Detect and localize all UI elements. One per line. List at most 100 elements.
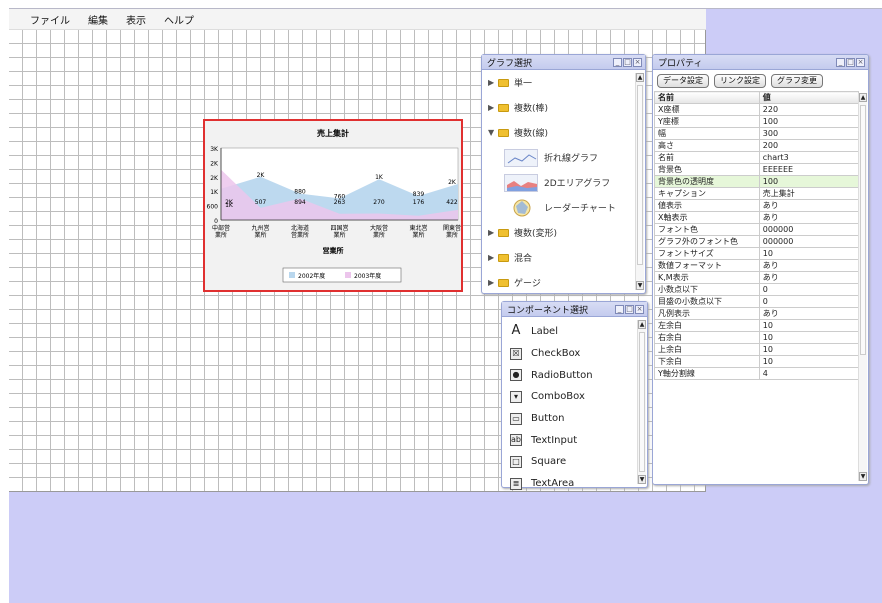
property-row[interactable]: Y軸分割線 4 xyxy=(654,367,860,380)
minimize-icon[interactable]: _ xyxy=(836,58,845,67)
scroll-up-icon[interactable]: ▲ xyxy=(638,320,646,329)
data-settings-button[interactable]: データ設定 xyxy=(657,73,709,88)
property-value[interactable]: 100 xyxy=(758,115,860,128)
property-row[interactable]: X座標 220 xyxy=(654,103,860,116)
scroll-thumb[interactable] xyxy=(860,105,866,355)
component-button[interactable]: ▭ Button xyxy=(502,408,647,430)
column-header-name[interactable]: 名前 xyxy=(654,91,760,104)
menu-help[interactable]: ヘルプ xyxy=(164,12,194,27)
menu-file[interactable]: ファイル xyxy=(30,12,70,27)
property-row[interactable]: フォントサイズ 10 xyxy=(654,247,860,260)
property-row[interactable]: K,M表示 あり xyxy=(654,271,860,284)
property-row[interactable]: 上余白 10 xyxy=(654,343,860,356)
maximize-icon[interactable]: □ xyxy=(625,305,634,314)
menu-view[interactable]: 表示 xyxy=(126,12,146,27)
property-value[interactable]: 000000 xyxy=(758,223,860,236)
change-graph-button[interactable]: グラフ変更 xyxy=(771,73,823,88)
property-value[interactable]: 0 xyxy=(758,283,860,296)
graph-category-items21[interactable]: ▶ 混合 xyxy=(482,245,635,270)
maximize-icon[interactable]: □ xyxy=(623,58,632,67)
property-value[interactable]: 000000 xyxy=(758,235,860,248)
property-value[interactable]: 10 xyxy=(758,319,860,332)
graph-type-1[interactable]: 2Dエリアグラフ xyxy=(482,170,635,195)
close-icon[interactable]: × xyxy=(633,58,642,67)
property-value[interactable]: 10 xyxy=(758,247,860,260)
property-row[interactable]: 背景色 EEEEEE xyxy=(654,163,860,176)
property-row[interactable]: 値表示 あり xyxy=(654,199,860,212)
property-value[interactable]: 10 xyxy=(758,355,860,368)
property-value[interactable]: 200 xyxy=(758,139,860,152)
scroll-up-icon[interactable]: ▲ xyxy=(636,73,644,82)
property-value[interactable]: 4 xyxy=(758,367,860,380)
property-row[interactable]: 高さ 200 xyxy=(654,139,860,152)
property-row[interactable]: 数値フォーマット あり xyxy=(654,259,860,272)
close-icon[interactable]: × xyxy=(856,58,865,67)
graph-category-items20[interactable]: ▶ 複数(変形) xyxy=(482,220,635,245)
property-value[interactable]: 300 xyxy=(758,127,860,140)
graph-category-items0[interactable]: ▶ 単一 xyxy=(482,70,635,95)
property-value[interactable]: 0 xyxy=(758,295,860,308)
graph-category-items2[interactable]: ▼ 複数(線) xyxy=(482,120,635,145)
link-settings-button[interactable]: リンク設定 xyxy=(714,73,766,88)
property-value[interactable]: EEEEEE xyxy=(758,163,860,176)
property-scrollbar[interactable]: ▲ ▼ xyxy=(858,93,867,481)
property-value[interactable]: あり xyxy=(758,211,860,224)
expand-arrow-icon[interactable]: ▼ xyxy=(488,128,498,137)
property-row[interactable]: 左余白 10 xyxy=(654,319,860,332)
property-row[interactable]: フォント色 000000 xyxy=(654,223,860,236)
property-row[interactable]: 下余白 10 xyxy=(654,355,860,368)
component-select-scrollbar[interactable]: ▲ ▼ xyxy=(637,320,646,484)
property-value[interactable]: あり xyxy=(758,259,860,272)
column-header-value[interactable]: 値 xyxy=(758,91,860,104)
graph-select-titlebar[interactable]: グラフ選択 _ □ × xyxy=(482,55,645,70)
property-row[interactable]: 幅 300 xyxy=(654,127,860,140)
expand-arrow-icon[interactable]: ▶ xyxy=(488,278,498,287)
scroll-thumb[interactable] xyxy=(639,332,645,472)
menu-edit[interactable]: 編集 xyxy=(88,12,108,27)
scroll-down-icon[interactable]: ▼ xyxy=(638,475,646,484)
property-row[interactable]: 背景色の透明度 100 xyxy=(654,175,860,188)
property-value[interactable]: 売上集計 xyxy=(758,187,860,200)
property-row[interactable]: 小数点以下 0 xyxy=(654,283,860,296)
expand-arrow-icon[interactable]: ▶ xyxy=(488,228,498,237)
expand-arrow-icon[interactable]: ▶ xyxy=(488,253,498,262)
component-textarea[interactable]: ≣ TextArea xyxy=(502,473,647,495)
property-row[interactable]: 右余白 10 xyxy=(654,331,860,344)
property-value[interactable]: 10 xyxy=(758,331,860,344)
property-row[interactable]: 目盛の小数点以下 0 xyxy=(654,295,860,308)
component-square[interactable]: □ Square xyxy=(502,451,647,473)
minimize-icon[interactable]: _ xyxy=(613,58,622,67)
property-row[interactable]: キャプション 売上集計 xyxy=(654,187,860,200)
graph-select-scrollbar[interactable]: ▲ ▼ xyxy=(635,73,644,290)
graph-type-0[interactable]: 折れ線グラフ xyxy=(482,145,635,170)
component-combobox[interactable]: ▾ ComboBox xyxy=(502,386,647,408)
property-titlebar[interactable]: プロパティ _ □ × xyxy=(653,55,868,70)
component-select-titlebar[interactable]: コンポーネント選択 _ □ × xyxy=(502,302,647,317)
close-icon[interactable]: × xyxy=(635,305,644,314)
property-value[interactable]: chart3 xyxy=(758,151,860,164)
expand-arrow-icon[interactable]: ▶ xyxy=(488,103,498,112)
component-checkbox[interactable]: ☒ CheckBox xyxy=(502,343,647,365)
chart-component[interactable]: 売上集計 3K 2K 2K 1K 600 0 1K 2K 880 760 1K 839 2K 2K 507 89… xyxy=(203,119,463,292)
component-textinput[interactable]: ab TextInput xyxy=(502,429,647,451)
property-value[interactable]: あり xyxy=(758,307,860,320)
scroll-up-icon[interactable]: ▲ xyxy=(859,93,867,102)
scroll-thumb[interactable] xyxy=(637,85,643,265)
component-radiobutton[interactable]: ● RadioButton xyxy=(502,364,647,386)
graph-category-items22[interactable]: ▶ ゲージ xyxy=(482,270,635,295)
component-label[interactable]: A Label xyxy=(502,321,647,343)
property-value[interactable]: あり xyxy=(758,271,860,284)
property-value[interactable]: 10 xyxy=(758,343,860,356)
minimize-icon[interactable]: _ xyxy=(615,305,624,314)
graph-category-items1[interactable]: ▶ 複数(棒) xyxy=(482,95,635,120)
expand-arrow-icon[interactable]: ▶ xyxy=(488,78,498,87)
scroll-down-icon[interactable]: ▼ xyxy=(859,472,867,481)
property-row[interactable]: X軸表示 あり xyxy=(654,211,860,224)
property-row[interactable]: Y座標 100 xyxy=(654,115,860,128)
property-value[interactable]: 220 xyxy=(758,103,860,116)
property-value[interactable]: あり xyxy=(758,199,860,212)
scroll-down-icon[interactable]: ▼ xyxy=(636,281,644,290)
property-row[interactable]: 名前 chart3 xyxy=(654,151,860,164)
maximize-icon[interactable]: □ xyxy=(846,58,855,67)
property-row[interactable]: 凡例表示 あり xyxy=(654,307,860,320)
